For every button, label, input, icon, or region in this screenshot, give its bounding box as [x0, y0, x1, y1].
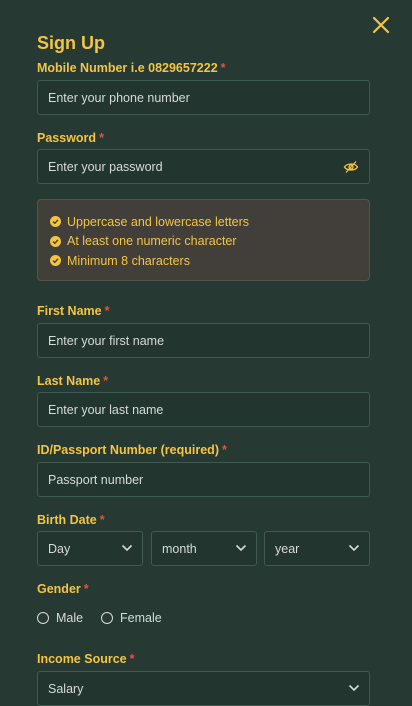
- eye-slash-icon[interactable]: [343, 160, 359, 174]
- first-name-input[interactable]: Enter your first name: [37, 323, 370, 358]
- check-circle-icon: [50, 216, 61, 228]
- id-number-placeholder: Passport number: [48, 472, 144, 487]
- last-name-label-text: Last Name: [37, 374, 101, 388]
- mobile-placeholder: Enter your phone number: [48, 90, 190, 105]
- requirement-item: Minimum 8 characters: [50, 251, 369, 271]
- required-marker: *: [99, 513, 105, 527]
- chevron-down-icon: [121, 544, 133, 552]
- last-name-placeholder: Enter your last name: [48, 402, 164, 417]
- radio-circle[interactable]: [101, 612, 113, 624]
- id-number-label: ID/Passport Number (required) *: [37, 443, 227, 457]
- last-name-label: Last Name *: [37, 374, 108, 388]
- mobile-label-text: Mobile Number i.e 0829657222: [37, 61, 218, 75]
- gender-label-text: Gender: [37, 582, 81, 596]
- gender-option-label: Female: [120, 611, 162, 625]
- birth-day-value: Day: [48, 541, 71, 556]
- requirement-item: At least one numeric character: [50, 232, 369, 252]
- required-marker: *: [129, 652, 135, 666]
- mobile-input[interactable]: Enter your phone number: [37, 80, 370, 115]
- id-number-label-text: ID/Passport Number (required): [37, 443, 219, 457]
- required-marker: *: [83, 582, 89, 596]
- gender-radio-male[interactable]: Male: [37, 611, 83, 625]
- requirement-item: Uppercase and lowercase letters: [50, 212, 369, 232]
- close-icon[interactable]: [370, 14, 392, 36]
- close-button[interactable]: [370, 14, 392, 36]
- password-placeholder: Enter your password: [48, 159, 163, 174]
- mobile-label: Mobile Number i.e 0829657222 *: [37, 61, 226, 75]
- birth-year-select[interactable]: year: [264, 531, 370, 566]
- id-number-input[interactable]: Passport number: [37, 462, 370, 497]
- required-marker: *: [104, 304, 110, 318]
- check-circle-icon: [50, 235, 61, 247]
- birth-month-select[interactable]: month: [151, 531, 257, 566]
- income-source-select[interactable]: Salary: [37, 671, 370, 706]
- requirement-text: Uppercase and lowercase letters: [67, 214, 250, 229]
- gender-radio-female[interactable]: Female: [101, 611, 162, 625]
- chevron-down-icon: [235, 544, 247, 552]
- gender-label: Gender *: [37, 582, 89, 596]
- required-marker: *: [220, 61, 226, 75]
- requirement-text: At least one numeric character: [67, 234, 237, 249]
- first-name-label: First Name *: [37, 304, 109, 318]
- requirement-text: Minimum 8 characters: [67, 253, 190, 268]
- password-label-text: Password: [37, 131, 97, 145]
- birth-date-label-text: Birth Date: [37, 513, 97, 527]
- last-name-input[interactable]: Enter your last name: [37, 392, 370, 427]
- chevron-down-icon: [348, 684, 360, 692]
- password-input[interactable]: Enter your password: [37, 149, 370, 184]
- password-label: Password *: [37, 131, 104, 145]
- required-marker: *: [99, 131, 104, 145]
- required-marker: *: [103, 374, 109, 388]
- page-title: Sign Up: [37, 33, 105, 53]
- first-name-label-text: First Name: [37, 304, 102, 318]
- gender-option-label: Male: [56, 611, 84, 625]
- income-source-value: Salary: [48, 681, 84, 696]
- income-source-label: Income Source *: [37, 652, 135, 666]
- birth-year-value: year: [275, 541, 300, 556]
- birth-month-value: month: [162, 541, 197, 556]
- birth-day-select[interactable]: Day: [37, 531, 143, 566]
- birth-date-label: Birth Date *: [37, 513, 105, 527]
- password-requirements: Uppercase and lowercase letters At least…: [37, 199, 370, 281]
- check-circle-icon: [50, 255, 61, 267]
- radio-circle[interactable]: [37, 612, 49, 624]
- chevron-down-icon: [348, 544, 360, 552]
- required-marker: *: [221, 443, 227, 457]
- first-name-placeholder: Enter your first name: [48, 333, 165, 348]
- income-source-label-text: Income Source: [37, 652, 127, 666]
